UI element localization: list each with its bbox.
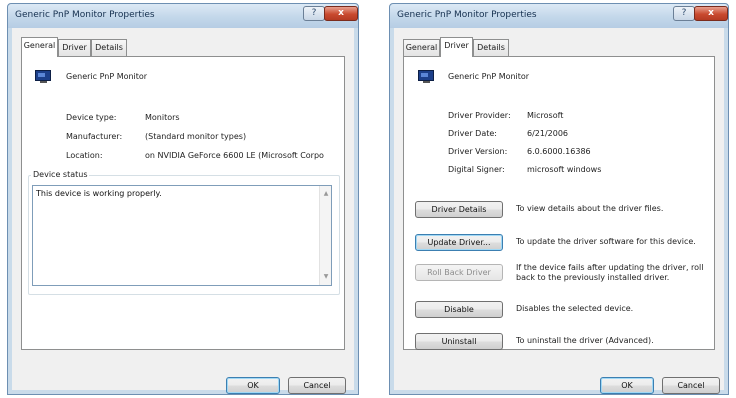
disable-description: Disables the selected device.: [516, 304, 634, 313]
uninstall-button[interactable]: Uninstall: [415, 333, 503, 350]
driver-details-button[interactable]: Driver Details: [415, 201, 503, 218]
update-driver-button[interactable]: Update Driver...: [415, 234, 503, 251]
device-type-value: Monitors: [145, 113, 180, 122]
close-button[interactable]: x: [324, 6, 358, 21]
device-status-textbox[interactable]: This device is working properly. ▲ ▼: [32, 185, 332, 286]
close-button[interactable]: x: [694, 6, 728, 21]
driver-date-value: 6/21/2006: [527, 129, 569, 138]
device-name: Generic PnP Monitor: [66, 72, 148, 81]
properties-dialog-driver: Generic PnP Monitor Properties ? x Gener…: [389, 3, 729, 395]
scroll-up-icon[interactable]: ▲: [320, 188, 332, 200]
cancel-button[interactable]: Cancel: [662, 377, 720, 394]
tab-driver[interactable]: Driver: [440, 37, 473, 57]
ok-button[interactable]: OK: [226, 377, 280, 394]
uninstall-description: To uninstall the driver (Advanced).: [516, 336, 654, 345]
tab-general[interactable]: General: [403, 39, 440, 56]
title-bar[interactable]: Generic PnP Monitor Properties ? x: [390, 4, 728, 28]
window-title: Generic PnP Monitor Properties: [15, 10, 155, 20]
tab-details[interactable]: Details: [473, 39, 509, 56]
device-status-title: Device status: [31, 170, 90, 179]
help-button[interactable]: ?: [673, 6, 695, 21]
monitor-icon: [35, 70, 51, 83]
manufacturer-value: (Standard monitor types): [145, 132, 247, 141]
tab-panel-general: Generic PnP Monitor Device type: Monitor…: [21, 56, 345, 350]
monitor-icon: [418, 70, 434, 83]
title-bar[interactable]: Generic PnP Monitor Properties ? x: [8, 4, 358, 28]
tab-details[interactable]: Details: [91, 39, 127, 56]
driver-provider-value: Microsoft: [527, 111, 564, 120]
device-name: Generic PnP Monitor: [448, 72, 530, 81]
digital-signer-label: Digital Signer:: [448, 165, 505, 174]
help-button[interactable]: ?: [303, 6, 325, 21]
roll-back-driver-button[interactable]: Roll Back Driver: [415, 264, 503, 281]
driver-version-label: Driver Version:: [448, 147, 508, 156]
status-scrollbar[interactable]: ▲ ▼: [319, 186, 331, 285]
driver-date-label: Driver Date:: [448, 129, 497, 138]
digital-signer-value: microsoft windows: [527, 165, 602, 174]
ok-button[interactable]: OK: [600, 377, 654, 394]
window-title: Generic PnP Monitor Properties: [397, 10, 537, 20]
device-type-label: Device type:: [66, 113, 117, 122]
dialog-client-area: General Driver Details Generic PnP Monit…: [12, 28, 354, 394]
dialog-client-area: General Driver Details Generic PnP Monit…: [394, 28, 724, 394]
driver-details-description: To view details about the driver files.: [516, 204, 664, 213]
disable-button[interactable]: Disable: [415, 301, 503, 318]
location-value: on NVIDIA GeForce 6600 LE (Microsoft Cor…: [145, 151, 324, 160]
scroll-down-icon[interactable]: ▼: [320, 271, 332, 283]
device-status-text: This device is working properly.: [36, 189, 162, 198]
tab-driver[interactable]: Driver: [58, 39, 91, 56]
driver-provider-label: Driver Provider:: [448, 111, 511, 120]
tab-general[interactable]: General: [21, 37, 58, 57]
roll-back-driver-description: If the device fails after updating the d…: [516, 263, 704, 282]
update-driver-description: To update the driver software for this d…: [516, 237, 696, 246]
location-label: Location:: [66, 151, 103, 160]
tab-panel-driver: Generic PnP Monitor Driver Provider: Mic…: [403, 56, 715, 350]
manufacturer-label: Manufacturer:: [66, 132, 123, 141]
cancel-button[interactable]: Cancel: [288, 377, 346, 394]
driver-version-value: 6.0.6000.16386: [527, 147, 591, 156]
properties-dialog-general: Generic PnP Monitor Properties ? x Gener…: [7, 3, 359, 395]
